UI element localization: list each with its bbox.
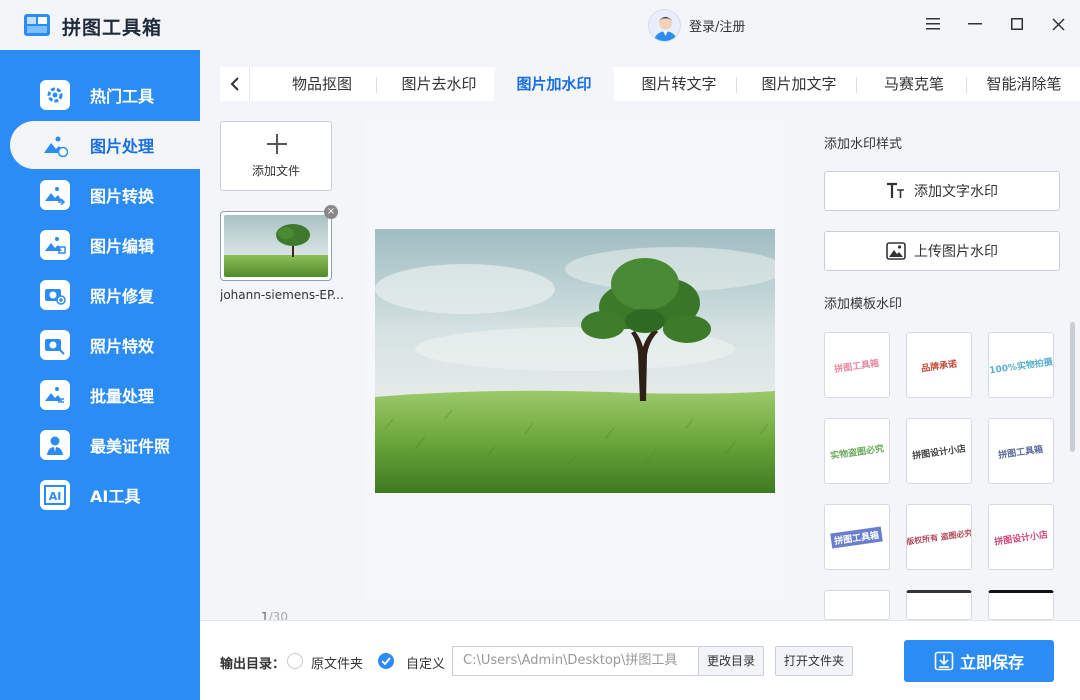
tab-object-cutout[interactable]: 物品抠图: [272, 67, 372, 101]
add-text-watermark-label: 添加文字水印: [914, 184, 998, 200]
tab-separator: [736, 77, 737, 93]
watermark-template[interactable]: 版权所有 盗图必究: [906, 504, 972, 570]
sidebar-item-label: 批量处理: [90, 387, 155, 406]
ai-icon: AI: [40, 480, 70, 510]
watermark-template[interactable]: 拼图设计小店: [988, 504, 1054, 570]
svg-text:AI: AI: [49, 490, 62, 503]
tab-bar: 物品抠图 图片去水印 图片加水印 图片转文字 图片加文字 马赛克笔 智能消除笔: [220, 67, 1080, 101]
sidebar-item-label: AI工具: [90, 487, 141, 506]
watermark-template[interactable]: 拼图设计小店: [906, 418, 972, 484]
user-avatar-icon[interactable]: [648, 9, 681, 42]
watermark-template[interactable]: 拼图工具箱: [824, 332, 890, 398]
sidebar-item-ai-tools[interactable]: AI AI工具: [10, 471, 200, 519]
save-now-button[interactable]: 立即保存: [904, 640, 1054, 682]
image-convert-icon: [40, 180, 70, 210]
menu-icon[interactable]: [922, 13, 944, 35]
tab-add-text[interactable]: 图片加文字: [744, 67, 854, 101]
camera-plus-icon: [40, 280, 70, 310]
sidebar-item-batch[interactable]: 批量处理: [10, 371, 200, 419]
open-folder-button[interactable]: 打开文件夹: [775, 646, 853, 676]
chevron-left-icon[interactable]: [220, 67, 250, 101]
template-watermark-title: 添加模板水印: [824, 297, 903, 312]
watermark-template[interactable]: [988, 590, 1054, 620]
gear-icon: [40, 80, 70, 110]
sidebar-item-label: 照片修复: [90, 287, 155, 306]
output-path-input[interactable]: C:\Users\Admin\Desktop\拼图工具: [452, 646, 698, 676]
file-thumbnail[interactable]: [220, 211, 332, 281]
watermark-template[interactable]: 品牌承诺: [906, 332, 972, 398]
preview-image[interactable]: [375, 229, 775, 493]
tab-mosaic-pen[interactable]: 马赛克笔: [864, 67, 964, 101]
sidebar-item-photo-repair[interactable]: 照片修复: [10, 271, 200, 319]
original-folder-label: 原文件夹: [311, 657, 364, 672]
sidebar-item-id-photo[interactable]: 最美证件照: [10, 421, 200, 469]
sidebar-item-hot-tools[interactable]: 热门工具: [10, 71, 200, 119]
sidebar-item-image-convert[interactable]: 图片转换: [10, 171, 200, 219]
id-photo-icon: [40, 430, 70, 460]
watermark-style-title: 添加水印样式: [824, 137, 903, 152]
add-text-watermark-button[interactable]: 添加文字水印: [824, 171, 1060, 211]
minimize-icon[interactable]: [964, 13, 986, 35]
watermark-template[interactable]: 实物盗图必究: [824, 418, 890, 484]
checkmark-icon: [381, 657, 391, 665]
login-register-link[interactable]: 登录/注册: [689, 16, 745, 35]
change-directory-button[interactable]: 更改目录: [698, 646, 764, 676]
sidebar-item-label: 热门工具: [90, 87, 155, 106]
custom-folder-label: 自定义: [406, 657, 446, 672]
tab-separator: [856, 77, 857, 93]
output-dir-label: 输出目录：: [220, 657, 286, 672]
tab-separator: [966, 77, 967, 93]
tab-remove-watermark[interactable]: 图片去水印: [384, 67, 494, 101]
sidebar-item-label: 图片处理: [90, 137, 155, 156]
image-batch-icon: [40, 380, 70, 410]
file-name: johann-siemens-EP...: [220, 288, 344, 302]
image-edit-icon: [40, 230, 70, 260]
watermark-template[interactable]: 100%实物拍摄: [988, 332, 1054, 398]
close-icon[interactable]: [1047, 13, 1069, 35]
plus-icon: [267, 134, 287, 154]
remove-file-close-icon[interactable]: ×: [324, 205, 338, 219]
sidebar-item-label: 图片转换: [90, 187, 155, 206]
add-file-label: 添加文件: [251, 164, 300, 178]
tab-image-to-text[interactable]: 图片转文字: [624, 67, 734, 101]
tab-add-watermark[interactable]: 图片加水印: [494, 67, 614, 101]
image-icon: [886, 241, 906, 261]
watermark-template[interactable]: [824, 590, 890, 620]
upload-image-watermark-button[interactable]: 上传图片水印: [824, 231, 1060, 271]
custom-folder-radio[interactable]: [378, 653, 394, 669]
save-now-label: 立即保存: [959, 653, 1024, 672]
sidebar-item-image-processing[interactable]: 图片处理: [10, 121, 200, 169]
text-format-icon: [886, 181, 906, 201]
thumbnail-image: [224, 215, 328, 277]
original-folder-radio[interactable]: [287, 653, 303, 669]
sidebar: 热门工具 图片处理 图片转换 图片编辑 照片修复 照片特效 批量处理 最美证件照…: [0, 50, 200, 700]
watermark-template[interactable]: 拼图工具箱: [824, 504, 890, 570]
sidebar-item-image-edit[interactable]: 图片编辑: [10, 221, 200, 269]
maximize-icon[interactable]: [1006, 13, 1028, 35]
image-edit-icon: [40, 130, 70, 160]
upload-image-watermark-label: 上传图片水印: [914, 244, 998, 260]
camera-magic-icon: [40, 330, 70, 360]
template-scrollbar[interactable]: [1070, 322, 1075, 452]
sidebar-item-label: 图片编辑: [90, 237, 155, 256]
watermark-template[interactable]: 拼图工具箱: [988, 418, 1054, 484]
app-title: 拼图工具箱: [62, 17, 163, 39]
sidebar-item-photo-effects[interactable]: 照片特效: [10, 321, 200, 369]
title-bar: 拼图工具箱 登录/注册: [0, 0, 1080, 50]
sidebar-item-label: 照片特效: [90, 337, 155, 356]
tab-smart-eraser[interactable]: 智能消除笔: [974, 67, 1074, 101]
watermark-template[interactable]: [906, 590, 972, 620]
tab-separator: [376, 77, 377, 93]
download-icon: [934, 651, 954, 671]
sidebar-item-label: 最美证件照: [90, 437, 171, 456]
app-logo-icon: [24, 14, 50, 36]
add-file-button[interactable]: 添加文件: [220, 121, 332, 191]
